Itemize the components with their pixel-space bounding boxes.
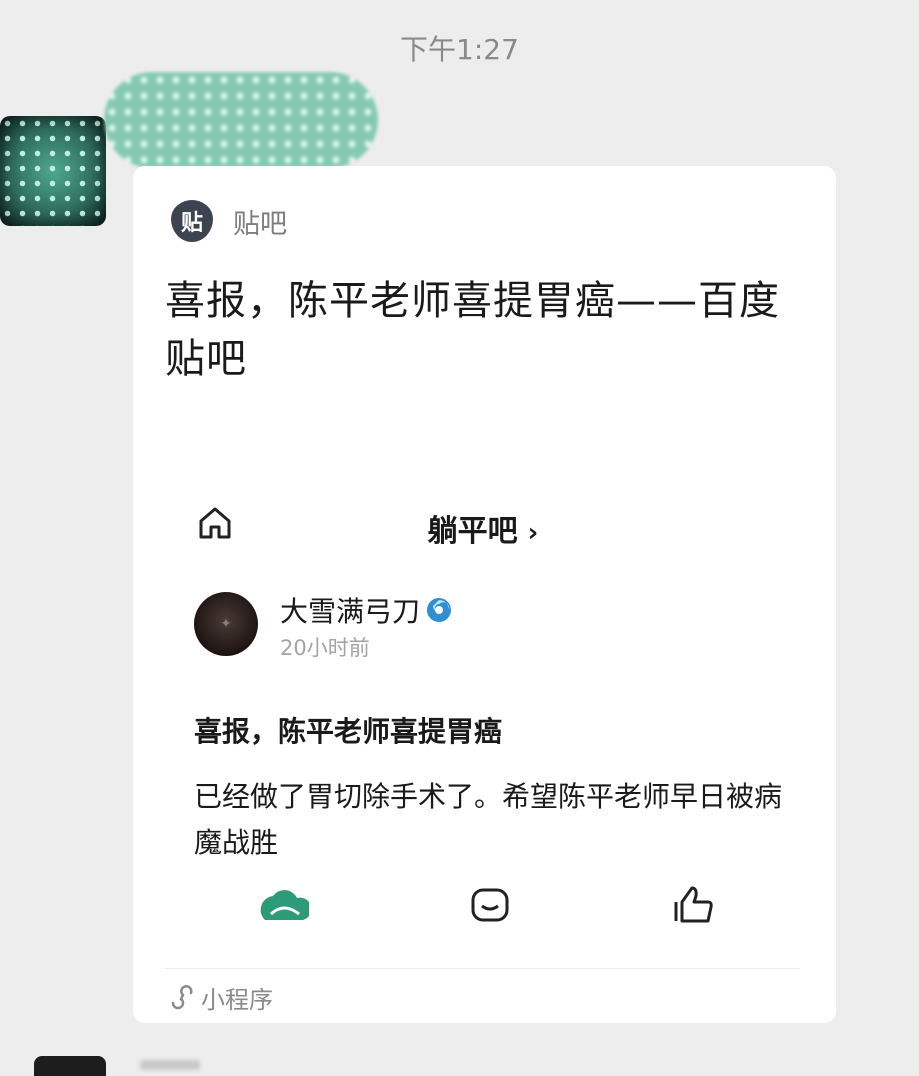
card-source: 贴 贴吧 [171,200,287,242]
mini-program-footer: 小程序 [169,980,273,1015]
forum-name: 躺平吧 [427,514,518,549]
sender-name-blurred [104,72,378,168]
forum-name-link[interactable]: 躺平吧 › [161,506,805,550]
next-message-avatar[interactable] [34,1056,106,1076]
post-title: 喜报，陈平老师喜提胃癌 [194,715,503,748]
post-preview[interactable]: 躺平吧 › ✦ 大雪满弓刀 20小时前 喜报，陈平老师喜提胃癌 已经做了胃切除手术… [161,480,805,966]
chevron-right-icon: › [527,518,539,548]
chat-timestamp: 下午1:27 [400,33,519,66]
next-message-sender [140,1060,200,1070]
post-body: 已经做了胃切除手术了。希望陈平老师早日被病魔战胜 [194,780,783,859]
verified-badge-icon [427,598,452,622]
shared-link-card[interactable]: 贴 贴吧 喜报，陈平老师喜提胃癌——百度贴吧 躺平吧 › ✦ 大雪满弓刀 20小时… [133,166,836,1023]
post-time: 20小时前 [280,636,370,660]
comment-icon[interactable] [465,884,515,924]
author-avatar[interactable]: ✦ [194,592,258,656]
mini-program-label: 小程序 [201,986,273,1014]
mini-program-icon [171,984,193,1009]
share-cloud-icon[interactable] [259,884,309,924]
author-row[interactable]: 大雪满弓刀 [280,590,454,630]
card-title: 喜报，陈平老师喜提胃癌——百度贴吧 [165,278,780,382]
tieba-logo-icon: 贴 [171,200,213,242]
sender-avatar[interactable] [0,116,106,226]
card-divider [165,968,800,969]
source-label: 贴吧 [233,208,287,240]
thumbs-up-icon[interactable] [668,884,718,924]
author-name: 大雪满弓刀 [280,595,421,628]
